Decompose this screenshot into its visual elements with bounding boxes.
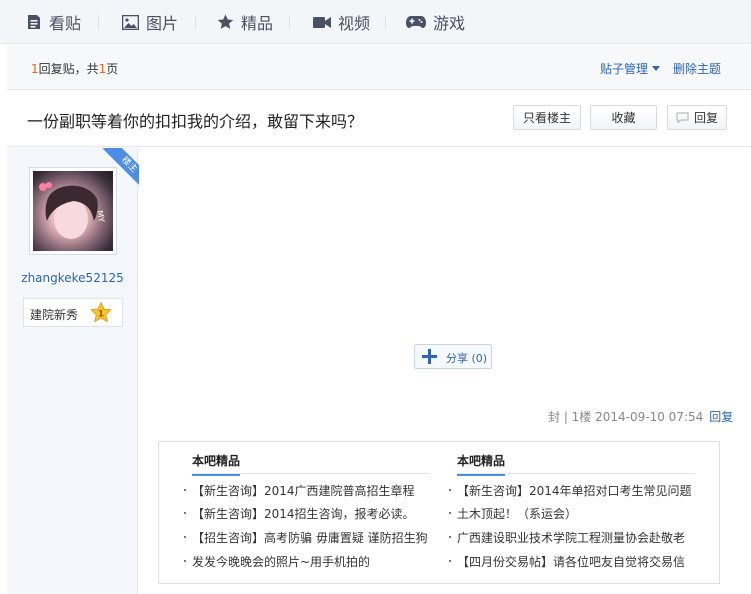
nav-divider <box>98 15 99 29</box>
plus-icon <box>422 349 437 364</box>
page-count-text: 页 <box>106 62 119 76</box>
reply-page-summary: 1回复贴，共1页 <box>31 60 118 77</box>
document-icon <box>28 15 40 29</box>
post-title: 一份副职等着你的扣扣我的介绍，敢留下来吗？ <box>27 112 364 131</box>
nav-label: 视频 <box>338 14 371 33</box>
featured-link[interactable]: 【新生咨询】2014广西建院普高招生章程 <box>184 482 452 500</box>
nav-divider <box>195 15 196 29</box>
reply-button-label: 回复 <box>693 111 718 125</box>
featured-posts-box: 本吧精品 【新生咨询】2014广西建院普高招生章程 【新生咨询】2014招生咨询… <box>158 441 720 584</box>
featured-heading: 本吧精品 <box>192 452 430 476</box>
reply-count-text: 回复贴，共 <box>38 62 99 76</box>
nav-label: 精品 <box>241 14 274 33</box>
op-badge: 楼主 <box>97 148 139 190</box>
top-nav: 看贴 图片 精品 视频 游戏 <box>0 0 751 44</box>
post-title-bar: 一份副职等着你的扣扣我的介绍，敢留下来吗？ 只看楼主 收藏 回复 <box>7 91 751 147</box>
share-text: 分享 <box>446 352 468 365</box>
post-manage-label: 贴子管理 <box>600 62 649 76</box>
nav-item-posts[interactable]: 看贴 <box>26 0 81 44</box>
nav-divider <box>385 15 386 29</box>
favorite-button[interactable]: 收藏 <box>590 105 657 130</box>
delete-topic-link[interactable]: 删除主题 <box>673 60 721 77</box>
caret-down-icon <box>652 66 661 71</box>
nav-label: 图片 <box>146 14 179 33</box>
floor-reply-link[interactable]: 回复 <box>709 410 733 424</box>
op-badge-label: 楼主 <box>102 148 139 190</box>
post-meta: 封 | 1楼 2014-09-10 07:54 回复 <box>548 408 733 425</box>
featured-link[interactable]: 【新生咨询】2014招生咨询，报考必读。 <box>184 505 452 523</box>
share-count: (0) <box>471 352 488 365</box>
post-manage-dropdown[interactable]: 贴子管理 <box>600 60 661 77</box>
featured-link[interactable]: 土木顶起！（系运会） <box>449 505 717 523</box>
nav-divider <box>289 15 290 29</box>
nav-label: 看贴 <box>49 14 82 33</box>
gamepad-icon <box>406 16 426 28</box>
star-icon <box>217 14 234 29</box>
featured-link[interactable]: 【新生咨询】2014年单招对口考生常见问题 <box>449 482 717 500</box>
level-number: 1 <box>98 310 104 320</box>
member-level-badge[interactable]: 建院新秀 1 <box>23 298 123 327</box>
reply-info-bar: 1回复贴，共1页 贴子管理 删除主题 <box>7 45 751 90</box>
level-name: 建院新秀 <box>30 308 79 322</box>
svg-text:MY: MY <box>95 210 106 223</box>
featured-heading: 本吧精品 <box>457 452 695 476</box>
featured-link[interactable]: 发发今晚晚会的照片~用手机拍的 <box>184 553 452 571</box>
nav-item-images[interactable]: 图片 <box>122 0 178 44</box>
level-star-icon: 1 <box>90 302 112 323</box>
featured-link[interactable]: 广西建设职业技术学院工程测量协会赴敬老 <box>449 529 717 547</box>
image-icon <box>122 14 139 30</box>
share-label: 分享 (0) <box>446 350 487 366</box>
reply-button[interactable]: 回复 <box>667 105 727 130</box>
featured-link[interactable]: 【四月份交易帖】请各位吧友自觉将交易信 <box>449 553 717 571</box>
video-camera-icon <box>313 16 331 28</box>
reply-count: 1 <box>31 62 39 76</box>
nav-item-games[interactable]: 游戏 <box>406 0 465 44</box>
author-name-link[interactable]: zhangkeke52125 <box>7 271 138 285</box>
only-op-button[interactable]: 只看楼主 <box>513 105 581 130</box>
nav-item-video[interactable]: 视频 <box>313 0 370 44</box>
floor-info: 封 | 1楼 2014-09-10 07:54 <box>548 410 704 424</box>
featured-link[interactable]: 【招生咨询】高考防骗 毋庸置疑 谨防招生狗 <box>184 529 452 547</box>
speech-bubble-icon <box>676 112 689 123</box>
author-sidebar: MY 楼主 zhangkeke52125 建院新秀 1 <box>7 148 139 594</box>
nav-label: 游戏 <box>433 14 466 33</box>
nav-item-featured[interactable]: 精品 <box>217 0 273 44</box>
share-button[interactable]: 分享 (0) <box>414 344 492 369</box>
